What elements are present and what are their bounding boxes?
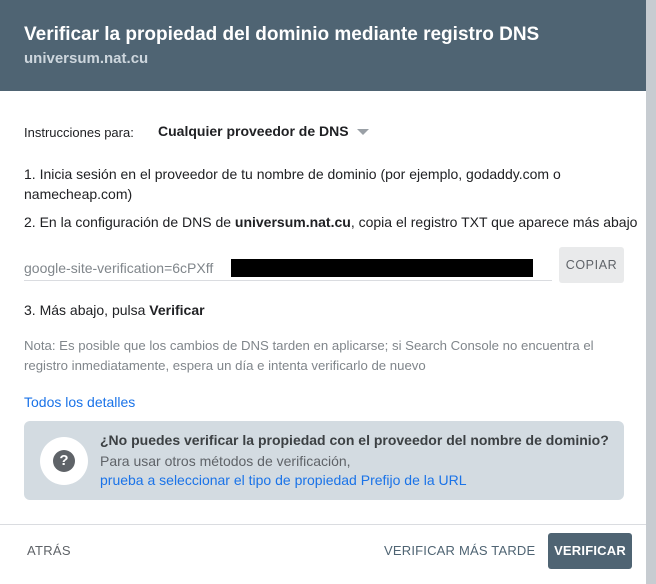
verify-later-button[interactable]: VERIFICAR MÁS TARDE (384, 543, 535, 558)
chevron-down-icon (356, 129, 369, 136)
all-details-link[interactable]: Todos los detalles (24, 394, 135, 410)
step-2-domain: universum.nat.cu (234, 214, 351, 230)
footer-divider (0, 524, 646, 525)
redacted-block (231, 259, 533, 277)
infobox-text: Para usar otros métodos de verificación, (100, 453, 351, 469)
provider-dropdown-value: Cualquier proveedor de DNS (158, 123, 349, 139)
back-button[interactable]: ATRÁS (27, 543, 71, 558)
step-2-text: 2. En la configuración de DNS de univers… (24, 212, 637, 232)
txt-record-field[interactable]: google-site-verification=6cPXff (24, 254, 552, 281)
step-2-suffix: , copia el registro TXT que aparece más … (350, 214, 638, 230)
step-2-prefix: 2. En la configuración de DNS de (24, 214, 235, 230)
dialog-header: Verificar la propiedad del dominio media… (0, 0, 646, 91)
provider-dropdown[interactable]: Cualquier proveedor de DNS (158, 123, 369, 139)
note-text: Nota: Es posible que los cambios de DNS … (24, 338, 594, 373)
instructions-label: Instrucciones para: (24, 125, 134, 140)
verify-dns-dialog: Verificar la propiedad del dominio media… (0, 0, 646, 584)
step-3-text: 3. Más abajo, pulsa Verificar (24, 300, 205, 320)
url-prefix-property-link[interactable]: prueba a seleccionar el tipo de propieda… (100, 472, 467, 488)
help-icon: ? (53, 450, 75, 472)
alternative-method-infobox: ? ¿No puedes verificar la propiedad con … (24, 421, 624, 500)
background-overlay (646, 0, 656, 584)
step-3-prefix: 3. Más abajo, pulsa (24, 302, 150, 318)
txt-record-value: google-site-verification=6cPXff (24, 260, 214, 276)
dialog-title: Verificar la propiedad del dominio media… (24, 24, 540, 45)
help-icon-container: ? (40, 437, 88, 485)
instructions-row: Instrucciones para: Cualquier proveedor … (24, 123, 369, 140)
verify-button[interactable]: VERIFICAR (548, 533, 632, 569)
step-3-action: Verificar (149, 302, 205, 318)
dialog-subtitle-domain: universum.nat.cu (24, 50, 149, 67)
infobox-title: ¿No puedes verificar la propiedad con el… (100, 432, 609, 448)
copy-button[interactable]: COPIAR (559, 247, 624, 283)
step-1-text: 1. Inicia sesión en el proveedor de tu n… (24, 166, 561, 202)
